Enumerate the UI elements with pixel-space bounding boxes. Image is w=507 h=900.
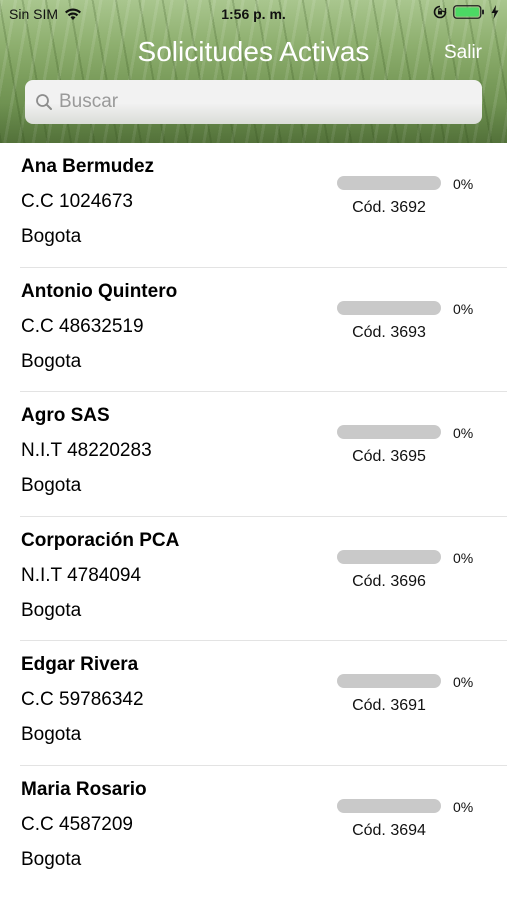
requester-city: Bogota [21,350,82,372]
requester-document: C.C 59786342 [21,689,144,710]
status-right-icons [433,5,499,19]
progress-percent: 0% [453,425,474,441]
requester-city: Bogota [21,226,82,247]
progress-bar [337,300,441,315]
status-bar: Sin SIM 1:56 p. m. [0,0,507,28]
exit-button[interactable]: Salir [444,42,482,64]
list-item[interactable]: Agro SAS N.I.T 48220283 Bogota 0% Cód. 3… [0,392,507,517]
requester-city: Bogota [21,475,82,496]
requester-document: C.C 4587209 [21,813,133,835]
progress-bar [337,176,441,190]
requester-document: N.I.T 4784094 [21,564,142,586]
list-item[interactable]: Maria Rosario C.C 4587209 Bogota 0% Cód.… [0,766,507,891]
requester-document: C.C 1024673 [21,191,133,212]
page-title: Solicitudes Activas [137,36,370,67]
progress-percent: 0% [453,300,474,317]
search-icon [36,94,52,110]
rotation-lock-icon [433,5,447,19]
status-time: 1:56 p. m. [221,6,286,22]
requester-name: Antonio Quintero [21,280,178,302]
progress-percent: 0% [453,674,474,690]
list-item[interactable]: Ana Bermudez C.C 1024673 Bogota 0% Cód. … [0,143,507,268]
requester-name: Corporación PCA [21,529,180,551]
progress-percent: 0% [453,176,474,192]
requester-name: Ana Bermudez [21,156,155,177]
progress-percent: 0% [453,549,474,566]
requester-document: C.C 48632519 [21,315,144,337]
list-item[interactable]: Edgar Rivera C.C 59786342 Bogota 0% Cód.… [0,641,507,766]
request-code: Cód. 3691 [352,697,426,714]
header-banner: Sin SIM 1:56 p. m. Solicitudes Activas S… [0,0,507,143]
progress-percent: 0% [453,798,474,815]
requester-document: N.I.T 48220283 [21,440,152,461]
request-code: Cód. 3695 [352,448,426,465]
progress-bar [337,674,441,688]
request-code: Cód. 3696 [352,572,426,590]
progress-bar [337,425,441,439]
requests-list: Ana Bermudez C.C 1024673 Bogota 0% Cód. … [0,143,507,890]
request-code: Cód. 3693 [352,323,426,341]
list-item[interactable]: Corporación PCA N.I.T 4784094 Bogota 0% … [0,517,507,642]
request-code: Cód. 3692 [352,199,426,216]
request-code: Cód. 3694 [352,821,426,839]
progress-bar [337,549,441,564]
requester-name: Edgar Rivera [21,654,139,675]
search-bar[interactable] [25,80,482,124]
requester-city: Bogota [21,848,82,870]
battery-icon [453,5,484,19]
progress-bar [337,798,441,813]
search-input[interactable] [59,91,459,113]
charging-bolt-icon [491,5,499,19]
requester-name: Agro SAS [21,405,110,426]
list-item[interactable]: Antonio Quintero C.C 48632519 Bogota 0% … [0,268,507,393]
requester-city: Bogota [21,599,82,621]
requester-city: Bogota [21,724,82,745]
requester-name: Maria Rosario [21,778,147,800]
